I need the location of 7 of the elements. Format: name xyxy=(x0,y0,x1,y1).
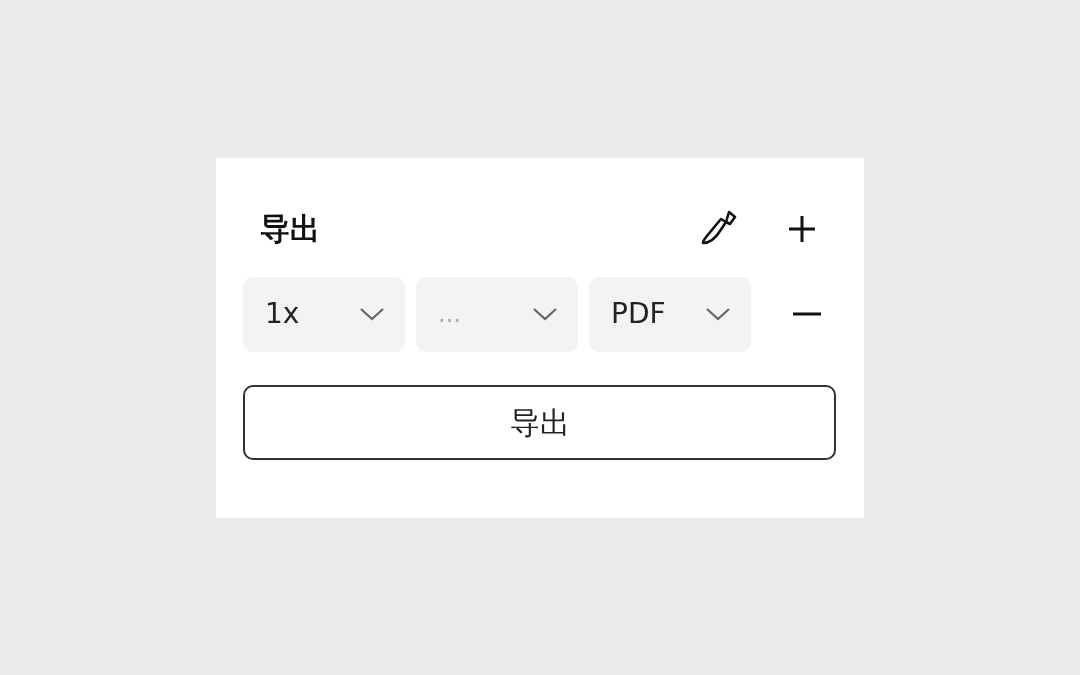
export-button[interactable]: 导出 xyxy=(243,384,836,460)
dropdown[interactable]: 1x xyxy=(243,276,405,352)
chevron-down-icon xyxy=(359,307,385,321)
chevron-down-icon xyxy=(532,307,558,321)
panel-title: 导出 xyxy=(260,210,321,248)
dropdown[interactable]: PDF xyxy=(589,276,751,352)
chevron-down-icon xyxy=(705,307,731,321)
